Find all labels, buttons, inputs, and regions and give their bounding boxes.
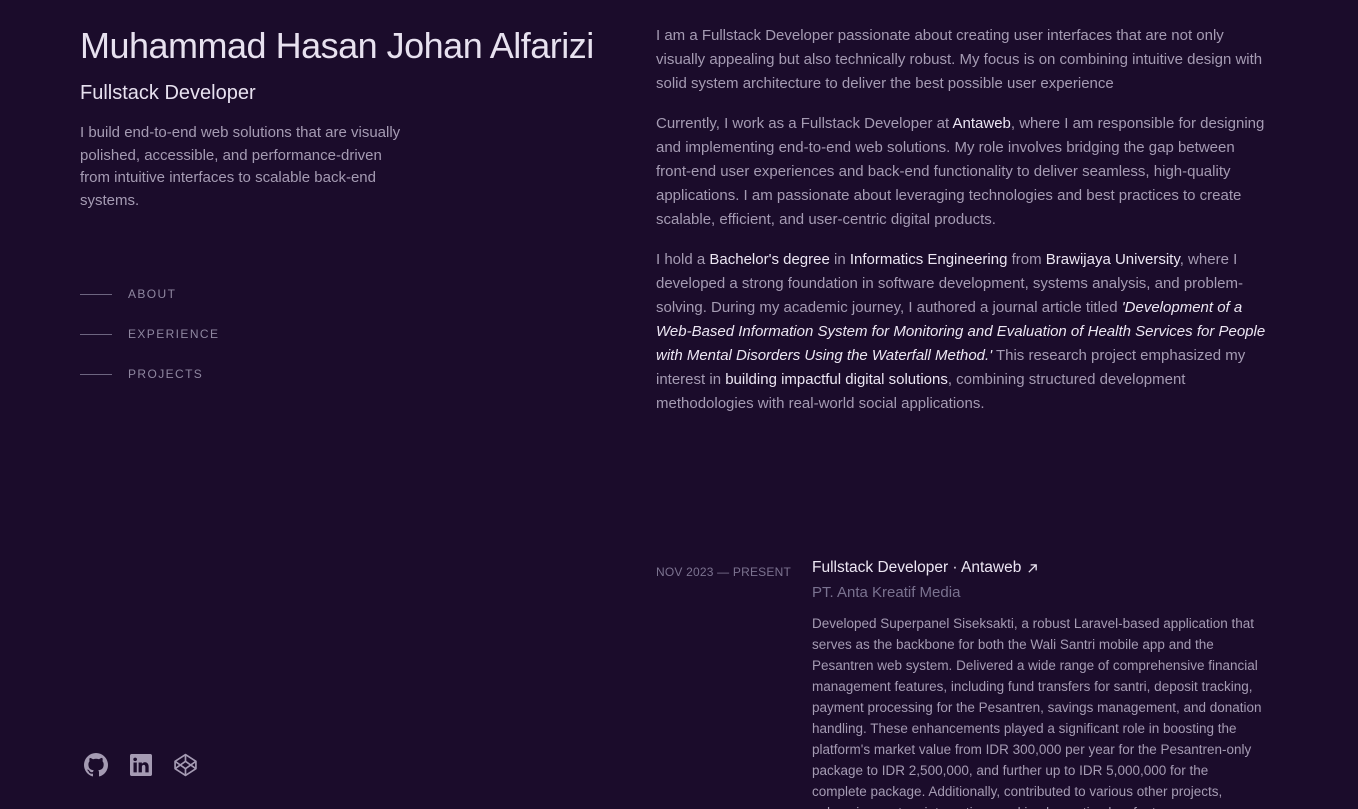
interest-highlight: building impactful digital solutions [725,371,948,388]
section-nav: ABOUT EXPERIENCE PROJECTS [80,284,219,404]
tagline: I build end-to-end web solutions that ar… [80,124,401,209]
nav-indicator-line [80,293,112,295]
about-paragraph-2: Currently, I work as a Fullstack Develop… [656,112,1266,232]
experience-description: Developed Superpanel Siseksakti, a robus… [812,616,1262,809]
nav-label: PROJECTS [128,367,204,381]
about-text: in [829,251,850,268]
about-text: I am a Fullstack Developer passionate ab… [656,27,1263,92]
about-text: from [1007,251,1046,268]
nav-item-about[interactable]: ABOUT [80,284,219,304]
github-icon[interactable] [83,752,108,777]
about-text: Currently, I work as a Fullstack Develop… [656,115,953,132]
nav-indicator-line [80,333,112,335]
arrow-up-right-icon [1028,563,1038,573]
about-section: I am a Fullstack Developer passionate ab… [656,24,1266,432]
about-text: I hold a [656,251,710,268]
experience-title-link[interactable]: Fullstack Developer · Antaweb [812,556,1038,580]
role-subtitle: Fullstack Developer [80,82,256,104]
linkedin-icon[interactable] [128,752,153,777]
codepen-icon[interactable] [173,752,198,777]
header: Muhammad Hasan Johan Alfarizi Fullstack … [80,24,600,212]
nav-label: EXPERIENCE [128,327,220,341]
nav-label: ABOUT [128,287,177,301]
about-paragraph-3: I hold a Bachelor's degree in Informatic… [656,248,1266,416]
about-paragraph-1: I am a Fullstack Developer passionate ab… [656,24,1266,96]
nav-item-experience[interactable]: EXPERIENCE [80,324,219,344]
major-highlight: Informatics Engineering [849,251,1008,268]
portfolio-page: Muhammad Hasan Johan Alfarizi Fullstack … [0,0,1358,809]
experience-company: PT. Anta Kreatif Media [812,584,961,601]
nav-item-projects[interactable]: PROJECTS [80,364,219,384]
nav-indicator-line [80,373,112,375]
experience-title: Fullstack Developer · Antaweb [812,559,1022,576]
university-highlight: Brawijaya University [1045,251,1180,268]
social-links [83,752,198,777]
experience-date: NOV 2023 — PRESENT [656,565,791,579]
experience-details: Fullstack Developer · Antaweb PT. Anta K… [812,556,1266,809]
name-heading: Muhammad Hasan Johan Alfarizi [80,25,594,66]
company-highlight: Antaweb [952,115,1011,132]
degree-highlight: Bachelor's degree [709,251,830,268]
